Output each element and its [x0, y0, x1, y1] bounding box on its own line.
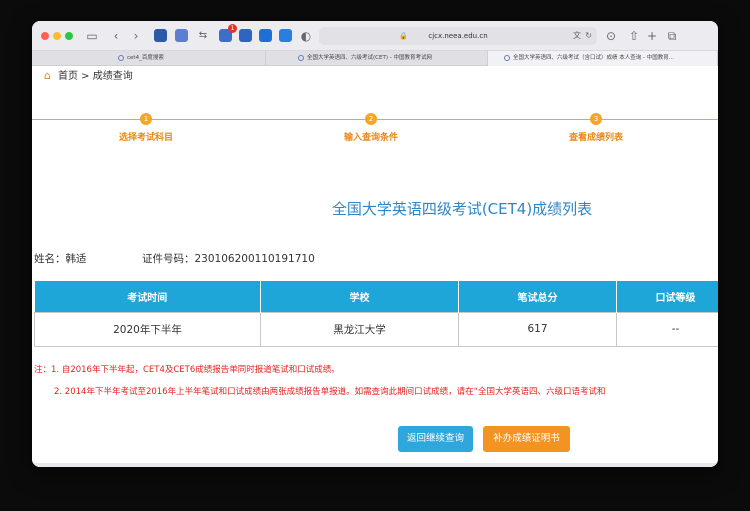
note-line-2: 2. 2014年下半年考试至2016年上半年笔试和口试成绩由两张成绩报告单报道。… [54, 387, 606, 397]
table-header-row: 考试时间 学校 笔试总分 口试等级 [34, 281, 718, 312]
horizontal-scrollbar[interactable] [32, 463, 718, 467]
extension-vpn-icon[interactable] [279, 29, 292, 42]
step-2-label: 输入查询条件 [343, 133, 398, 143]
note-prefix: 注： [34, 365, 52, 375]
home-icon: ⌂ [44, 69, 51, 82]
browser-window: ▭ ‹ › ⇆ 1 ◐ 🔒 cjcx.neea.edu.cn 文 ↻ ⊙ ⇧ +… [32, 21, 718, 467]
step-2-dot: 2 [365, 113, 377, 125]
breadcrumb-separator: > [78, 71, 93, 82]
tab-baidu[interactable]: cet4_百度搜索 [32, 51, 266, 66]
reissue-certificate-button[interactable]: 补办成绩证明书 [483, 426, 570, 452]
sidebar-toggle-icon[interactable]: ▭ [84, 28, 100, 44]
forward-arrow-icon[interactable]: › [128, 28, 144, 44]
name-label: 姓名： [34, 253, 66, 265]
header-exam-time: 考试时间 [34, 281, 261, 312]
extension-translate-icon[interactable] [239, 29, 252, 42]
table-row: 2020年下半年 黑龙江大学 617 -- [34, 311, 718, 347]
tab-cet-neea[interactable]: 全国大学英语四、六级考试(CET) - 中国教育考试网 [266, 51, 488, 66]
zoom-window-button[interactable] [65, 32, 73, 40]
url-text: cjcx.neea.edu.cn [428, 32, 488, 40]
minimize-window-button[interactable] [53, 32, 61, 40]
notification-badge: 1 [228, 24, 237, 33]
new-tab-icon[interactable]: + [644, 28, 660, 44]
cell-oral-grade: -- [616, 311, 718, 347]
id-label: 证件号码： [142, 253, 195, 265]
step-1-label: 选择考试科目 [118, 133, 173, 143]
extension-elephant-icon[interactable] [154, 29, 167, 42]
back-query-button[interactable]: 返回继续查询 [398, 426, 473, 452]
note-line-1: 注：1. 自2016年下半年起，CET4及CET6成绩报告单同时报道笔试和口试成… [34, 364, 340, 376]
cell-written-score: 617 [458, 311, 617, 347]
candidate-name: 姓名：韩适 [34, 252, 87, 266]
step-1-dot: 1 [140, 113, 152, 125]
shield-icon[interactable]: ◐ [298, 28, 314, 44]
tab-favicon-icon [504, 54, 510, 61]
id-value: 230106200110191710 [194, 253, 315, 265]
page-title: 全国大学英语四级考试(CET4)成绩列表 [331, 200, 593, 218]
breadcrumb-home-link[interactable]: 首页 [58, 71, 78, 82]
translate-page-icon[interactable]: 文 [573, 30, 581, 42]
step-3-label: 查看成绩列表 [568, 133, 623, 143]
tab-favicon-icon [298, 54, 304, 61]
reload-icon[interactable]: ↻ [585, 30, 592, 42]
back-arrow-icon[interactable]: ‹ [108, 28, 124, 44]
score-table: 考试时间 学校 笔试总分 口试等级 2020年下半年 黑龙江大学 617 -- [34, 281, 718, 347]
page-content: ⌂ 首页 > 成绩查询 1 2 3 选择考试科目 输入查询条件 查看成绩列表 全国… [32, 66, 718, 467]
candidate-id: 证件号码：230106200110191710 [142, 252, 315, 266]
tab-label: 全国大学英语四、六级考试(CET) - 中国教育考试网 [307, 55, 432, 61]
header-school: 学校 [260, 281, 459, 312]
tab-overview-icon[interactable]: ⧉ [664, 28, 680, 44]
download-icon[interactable]: ⊙ [603, 28, 619, 44]
name-value: 韩适 [65, 253, 87, 265]
extension-video-icon[interactable] [259, 29, 272, 42]
tab-score-query[interactable]: 全国大学英语四、六级考试（含口试）成绩 本人查询 - 中国教育... [488, 51, 718, 66]
extension-pocket-icon[interactable] [175, 29, 188, 42]
note-1-text: 1. 自2016年下半年起，CET4及CET6成绩报告单同时报道笔试和口试成绩。 [51, 365, 340, 375]
header-written-score: 笔试总分 [458, 281, 617, 312]
cell-exam-time: 2020年下半年 [34, 311, 261, 347]
cell-school: 黑龙江大学 [260, 311, 459, 347]
address-bar[interactable]: 🔒 cjcx.neea.edu.cn 文 ↻ [319, 27, 597, 45]
share-icon[interactable]: ⇧ [626, 28, 642, 44]
tab-favicon-icon [118, 54, 124, 61]
tab-bar: cet4_百度搜索 全国大学英语四、六级考试(CET) - 中国教育考试网 全国… [32, 51, 718, 66]
close-window-button[interactable] [41, 32, 49, 40]
extension-arrows-icon[interactable]: ⇆ [195, 28, 211, 44]
tab-label: cet4_百度搜索 [127, 55, 164, 61]
step-3-dot: 3 [590, 113, 602, 125]
header-oral-grade: 口试等级 [616, 281, 718, 312]
browser-toolbar: ▭ ‹ › ⇆ 1 ◐ 🔒 cjcx.neea.edu.cn 文 ↻ ⊙ ⇧ +… [32, 21, 718, 51]
tab-label: 全国大学英语四、六级考试（含口试）成绩 本人查询 - 中国教育... [513, 55, 674, 61]
breadcrumb: ⌂ 首页 > 成绩查询 [44, 69, 133, 84]
breadcrumb-current: 成绩查询 [92, 71, 133, 82]
